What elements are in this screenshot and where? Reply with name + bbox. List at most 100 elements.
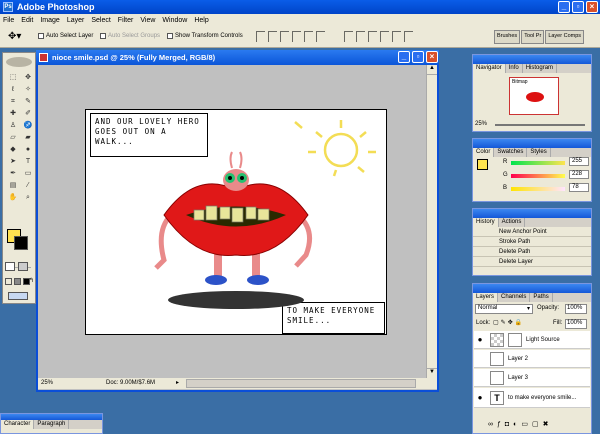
menu-select[interactable]: Select xyxy=(91,17,110,24)
magic-wand-tool-icon[interactable]: ✧ xyxy=(22,85,34,95)
tab-info[interactable]: Info xyxy=(506,64,523,73)
add-mask-icon[interactable]: ◘ xyxy=(505,421,513,428)
menu-edit[interactable]: Edit xyxy=(21,17,33,24)
auto-select-groups-option[interactable]: Auto Select Groups xyxy=(100,33,160,39)
eraser-tool-icon[interactable]: ▱ xyxy=(7,133,19,143)
align-middle-icon[interactable] xyxy=(268,31,277,42)
vertical-scrollbar[interactable]: ▲ ▼ xyxy=(426,65,437,378)
history-item[interactable]: Delete Path xyxy=(473,247,591,257)
blend-mode-select[interactable]: Normal ▾ xyxy=(475,304,533,314)
tab-color[interactable]: Color xyxy=(473,148,495,157)
brush-tool-icon[interactable]: ✐ xyxy=(22,109,34,119)
eye-icon[interactable]: ● xyxy=(474,335,486,344)
shape-tool-icon[interactable]: ▭ xyxy=(22,169,34,179)
eyedropper-tool-icon[interactable]: ⁄ xyxy=(22,181,34,191)
tab-character[interactable]: Character xyxy=(1,420,35,429)
color-g-slider[interactable] xyxy=(511,174,565,178)
menu-filter[interactable]: Filter xyxy=(118,17,134,24)
quick-mask-icon[interactable] xyxy=(18,262,28,271)
dock-tab-brushes[interactable]: Brushes xyxy=(494,30,521,44)
distribute-left-icon[interactable] xyxy=(380,31,389,42)
opacity-input[interactable]: 100% xyxy=(565,304,587,314)
tab-navigator[interactable]: Navigator xyxy=(473,64,506,73)
tab-actions[interactable]: Actions xyxy=(499,218,526,227)
distribute-right-icon[interactable] xyxy=(404,31,413,42)
document-canvas[interactable]: AND OUR LOVELY HERO GOES OUT ON A WALK..… xyxy=(85,109,387,335)
navigator-thumbnail[interactable]: Bitmap xyxy=(509,77,559,115)
dock-tab-layer-comps[interactable]: Layer Comps xyxy=(545,30,585,44)
slice-tool-icon[interactable]: ✎ xyxy=(22,97,34,107)
tab-paragraph[interactable]: Paragraph xyxy=(34,420,70,429)
screen-mode-standard-icon[interactable] xyxy=(5,278,12,285)
horizontal-scrollbar[interactable] xyxy=(186,379,416,388)
align-right-icon[interactable] xyxy=(316,31,325,42)
auto-select-groups-checkbox[interactable] xyxy=(100,33,106,39)
notes-tool-icon[interactable]: ▤ xyxy=(7,181,19,191)
layer-row[interactable]: ● Light Source xyxy=(474,331,590,349)
align-center-icon[interactable] xyxy=(304,31,313,42)
restore-icon[interactable]: ▫ xyxy=(572,1,584,13)
eye-icon[interactable]: ● xyxy=(474,393,486,402)
tab-histogram[interactable]: Histogram xyxy=(523,64,558,73)
auto-select-layer-checkbox[interactable] xyxy=(38,33,44,39)
layer-row[interactable]: Layer 2 xyxy=(474,350,590,368)
doc-close-icon[interactable]: × xyxy=(426,51,438,63)
color-r-value[interactable]: 255 xyxy=(569,157,589,166)
doc-minimize-icon[interactable]: _ xyxy=(398,51,410,63)
new-layer-icon[interactable]: ▢ xyxy=(532,421,543,428)
minimize-icon[interactable]: _ xyxy=(558,1,570,13)
color-fg-swatch[interactable] xyxy=(477,159,488,170)
tab-styles[interactable]: Styles xyxy=(527,148,551,157)
pen-tool-icon[interactable]: ✒ xyxy=(7,169,19,179)
tab-paths[interactable]: Paths xyxy=(530,293,553,302)
jump-to-imageready-icon[interactable] xyxy=(8,292,28,300)
close-icon[interactable]: × xyxy=(586,1,598,13)
crop-tool-icon[interactable]: ⌗ xyxy=(7,97,19,107)
stamp-tool-icon[interactable]: ♙ xyxy=(7,121,19,131)
navigator-zoom[interactable]: 25% xyxy=(475,121,487,127)
screen-mode-full-icon[interactable] xyxy=(23,278,30,285)
layer-row[interactable]: Layer 3 xyxy=(474,369,590,387)
history-item[interactable]: New Anchor Point xyxy=(473,227,591,237)
doc-restore-icon[interactable]: ▫ xyxy=(412,51,424,63)
trash-icon[interactable]: ✖ xyxy=(543,421,553,428)
align-top-icon[interactable] xyxy=(256,31,265,42)
distribute-bottom-icon[interactable] xyxy=(368,31,377,42)
align-bottom-icon[interactable] xyxy=(280,31,289,42)
layer-row[interactable]: ● T to make everyone smile... xyxy=(474,388,590,408)
lock-icons[interactable]: ▢✎✥🔒 xyxy=(493,319,524,326)
move-tool-icon[interactable]: ✥▾ xyxy=(8,31,21,42)
fill-input[interactable]: 100% xyxy=(565,319,587,329)
blur-tool-icon[interactable]: ◆ xyxy=(7,145,19,155)
lasso-tool-icon[interactable]: ℓ xyxy=(7,85,19,95)
link-layers-icon[interactable]: ∞ xyxy=(488,421,497,428)
status-menu-icon[interactable]: ▸ xyxy=(176,379,179,386)
doc-size-info[interactable]: Doc: 9.00M/$7.6M xyxy=(106,380,155,386)
background-color-swatch[interactable] xyxy=(14,236,28,250)
hand-tool-icon[interactable]: ✋ xyxy=(7,193,19,203)
dock-tab-tool-presets[interactable]: Tool Pr xyxy=(521,30,545,44)
type-tool-icon[interactable]: T xyxy=(22,157,34,167)
menu-view[interactable]: View xyxy=(140,17,155,24)
path-selection-icon[interactable]: ➤ xyxy=(7,157,19,167)
healing-brush-icon[interactable]: ✚ xyxy=(7,109,19,119)
new-group-icon[interactable]: ▭ xyxy=(521,421,532,428)
move-tool-icon-box[interactable]: ✥ xyxy=(22,73,34,83)
color-b-slider[interactable] xyxy=(511,187,565,191)
zoom-level[interactable]: 25% xyxy=(41,380,53,386)
color-b-value[interactable]: 78 xyxy=(569,183,589,192)
tab-channels[interactable]: Channels xyxy=(498,293,531,302)
history-item[interactable]: Stroke Path xyxy=(473,237,591,247)
auto-select-layer-option[interactable]: Auto Select Layer xyxy=(38,33,93,39)
zoom-tool-icon[interactable]: ⌕ xyxy=(22,193,34,203)
show-transform-checkbox[interactable] xyxy=(167,33,173,39)
menu-image[interactable]: Image xyxy=(40,17,59,24)
standard-mode-icon[interactable] xyxy=(5,262,15,271)
tab-history[interactable]: History xyxy=(473,218,499,227)
history-item[interactable]: Delete Layer xyxy=(473,257,591,267)
align-left-icon[interactable] xyxy=(292,31,301,42)
history-brush-icon[interactable]: ♐ xyxy=(22,121,34,131)
color-g-value[interactable]: 228 xyxy=(569,170,589,179)
distribute-top-icon[interactable] xyxy=(344,31,353,42)
navigator-zoom-slider[interactable] xyxy=(495,124,585,126)
